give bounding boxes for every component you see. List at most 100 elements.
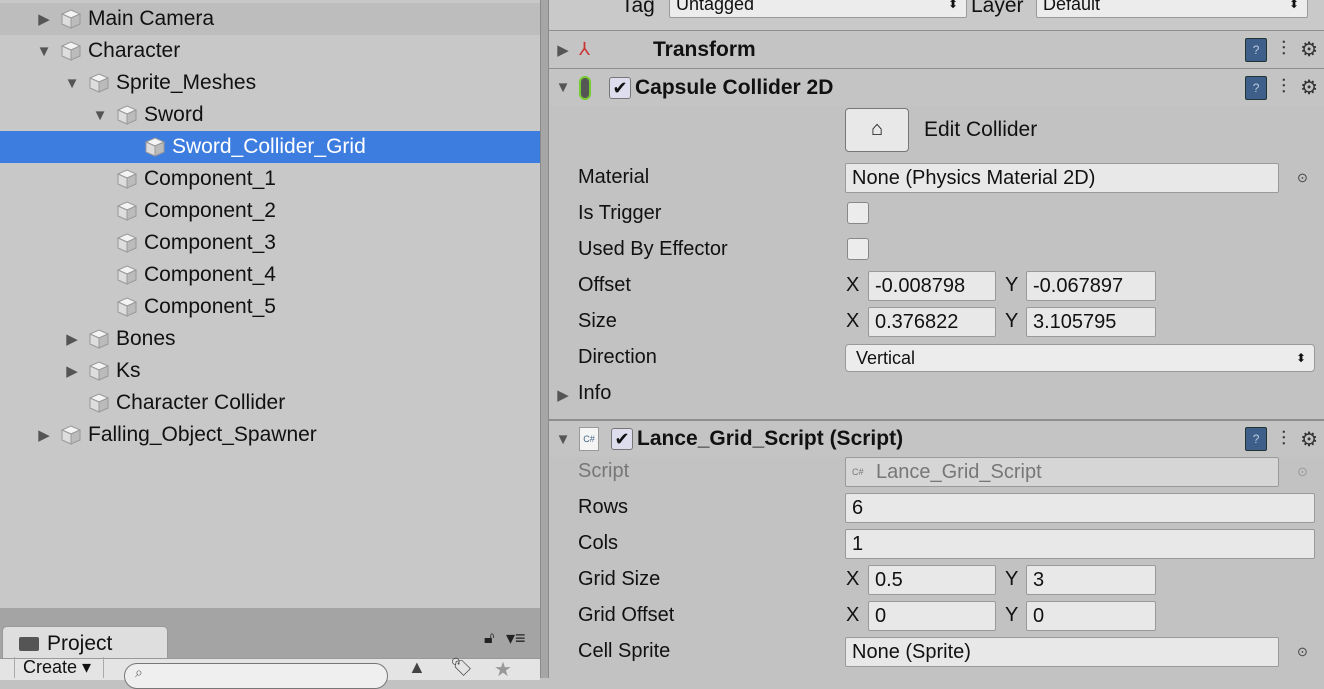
script-header[interactable]: ▼ C# ✔ Lance_Grid_Script (Script) ? ⫶ ⚙ xyxy=(549,419,1324,457)
help-book-icon[interactable]: ? xyxy=(1245,427,1268,451)
enabled-checkbox[interactable]: ✔ xyxy=(611,428,633,450)
gear-icon[interactable]: ⚙ xyxy=(1300,75,1318,100)
grid-size-x-field[interactable]: 0.5 xyxy=(868,565,996,595)
hierarchy-item[interactable]: Component_4 xyxy=(0,259,540,291)
panel-splitter[interactable] xyxy=(540,0,549,678)
foldout-arrow-icon[interactable]: ▶ xyxy=(36,426,52,444)
panel-menu-icon[interactable]: ▾≡ xyxy=(506,628,526,649)
object-picker-icon[interactable]: ⊙ xyxy=(1297,644,1308,660)
gear-icon[interactable]: ⚙ xyxy=(1300,37,1318,62)
cell-sprite-field[interactable]: None (Sprite) xyxy=(845,637,1279,667)
x-label: X xyxy=(846,310,860,332)
material-field[interactable]: None (Physics Material 2D) xyxy=(845,163,1279,193)
gameobject-cube-icon xyxy=(60,424,82,446)
hierarchy-item[interactable]: ▶ Bones xyxy=(0,323,540,355)
filter-by-type-icon[interactable]: ▲ xyxy=(408,657,426,678)
capsule-collider-header[interactable]: ▼ ✔ Capsule Collider 2D ? ⫶ ⚙ xyxy=(549,68,1324,106)
foldout-arrow-icon[interactable]: ▼ xyxy=(92,107,108,124)
hierarchy-item[interactable]: Component_5 xyxy=(0,291,540,323)
gameobject-cube-icon xyxy=(116,296,138,318)
favorites-star-icon[interactable]: ★ xyxy=(494,657,512,682)
collapse-arrow-icon[interactable]: ▼ xyxy=(555,79,571,96)
hierarchy-item[interactable]: Component_1 xyxy=(0,163,540,195)
hierarchy-item-label: Character xyxy=(88,39,181,62)
info-foldout[interactable]: Info xyxy=(578,382,611,405)
layer-label: Layer xyxy=(971,0,1024,17)
is-trigger-label: Is Trigger xyxy=(578,202,662,224)
gear-icon[interactable]: ⚙ xyxy=(1300,427,1318,452)
gameobject-cube-icon xyxy=(60,40,82,62)
preset-sliders-icon[interactable]: ⫶ xyxy=(1281,38,1286,61)
cell-sprite-label: Cell Sprite xyxy=(578,640,671,662)
grid-offset-y-field[interactable]: 0 xyxy=(1026,601,1156,631)
hierarchy-item-label: Main Camera xyxy=(88,7,215,30)
tag-dropdown[interactable]: Untagged ⬍ xyxy=(669,0,967,18)
transform-header[interactable]: ▶ ⅄ Transform ? ⫶ ⚙ xyxy=(549,30,1324,68)
size-y-field[interactable]: 3.105795 xyxy=(1026,307,1156,337)
gameobject-cube-icon xyxy=(116,168,138,190)
grid-size-y-field[interactable]: 3 xyxy=(1026,565,1156,595)
hierarchy-item-label: Component_1 xyxy=(144,167,276,190)
expand-arrow-icon[interactable]: ▶ xyxy=(555,41,571,59)
used-by-effector-checkbox[interactable] xyxy=(847,238,869,260)
help-book-icon[interactable]: ? xyxy=(1245,37,1268,62)
script-label: Script xyxy=(578,460,630,482)
foldout-arrow-icon[interactable]: ▶ xyxy=(36,10,52,28)
hierarchy-item-label: Component_2 xyxy=(144,199,276,222)
layer-dropdown[interactable]: Default ⬍ xyxy=(1036,0,1308,18)
hierarchy-item[interactable]: Component_2 xyxy=(0,195,540,227)
object-picker-icon[interactable]: ⊙ xyxy=(1297,170,1308,186)
foldout-arrow-icon[interactable]: ▶ xyxy=(64,330,80,348)
hierarchy-item[interactable]: ▶ Falling_Object_Spawner xyxy=(0,419,540,451)
hierarchy-item[interactable]: ▼ Character xyxy=(0,35,540,67)
component-title: Capsule Collider 2D xyxy=(635,75,834,99)
lock-icon[interactable]: 🔓︎ xyxy=(484,630,494,648)
hierarchy-item[interactable]: Sword_Collider_Grid xyxy=(0,131,540,163)
size-x-field[interactable]: 0.376822 xyxy=(868,307,996,337)
hierarchy-item-label: Bones xyxy=(116,327,176,350)
hierarchy-item[interactable]: ▶ Ks xyxy=(0,355,540,387)
grid-offset-x-field[interactable]: 0 xyxy=(868,601,996,631)
offset-label: Offset xyxy=(578,274,631,296)
direction-dropdown[interactable]: Vertical ⬍ xyxy=(845,344,1315,372)
hierarchy-item[interactable]: ▼ Sprite_Meshes xyxy=(0,67,540,99)
info-foldout-arrow-icon[interactable]: ▶ xyxy=(555,386,571,404)
y-label: Y xyxy=(1005,274,1019,296)
direction-label: Direction xyxy=(578,346,657,368)
project-tab[interactable]: Project xyxy=(2,626,168,660)
preset-sliders-icon[interactable]: ⫶ xyxy=(1281,76,1286,99)
is-trigger-checkbox[interactable] xyxy=(847,202,869,224)
create-button[interactable]: Create ▾ xyxy=(14,657,104,678)
offset-y-field[interactable]: -0.067897 xyxy=(1026,271,1156,301)
hierarchy-item-label: Sprite_Meshes xyxy=(116,71,257,94)
grid-offset-label: Grid Offset xyxy=(578,604,675,626)
hierarchy-item-label: Falling_Object_Spawner xyxy=(88,423,317,446)
inspector-header: Tag Untagged ⬍ Layer Default ⬍ xyxy=(549,0,1324,30)
hierarchy-item[interactable]: ▼ Sword xyxy=(0,99,540,131)
cols-field[interactable]: 1 xyxy=(845,529,1315,559)
hierarchy-item[interactable]: Character Collider xyxy=(0,387,540,419)
enabled-checkbox[interactable]: ✔ xyxy=(609,76,631,99)
search-input[interactable]: ⌕ xyxy=(124,663,388,689)
collapse-arrow-icon[interactable]: ▼ xyxy=(555,431,571,448)
foldout-arrow-icon[interactable]: ▼ xyxy=(36,43,52,60)
offset-x-field[interactable]: -0.008798 xyxy=(868,271,996,301)
hierarchy-item-label: Component_3 xyxy=(144,231,276,254)
hierarchy-item-label: Sword xyxy=(144,103,204,126)
foldout-arrow-icon[interactable]: ▼ xyxy=(64,75,80,92)
hierarchy-item[interactable]: Component_3 xyxy=(0,227,540,259)
filter-by-label-icon[interactable]: 🏷︎ xyxy=(450,657,473,678)
foldout-arrow-icon[interactable]: ▶ xyxy=(64,362,80,380)
gameobject-cube-icon xyxy=(88,392,110,414)
x-label: X xyxy=(846,568,860,590)
gameobject-cube-icon xyxy=(88,72,110,94)
gameobject-cube-icon xyxy=(116,264,138,286)
hierarchy-item-label: Sword_Collider_Grid xyxy=(172,135,366,158)
preset-sliders-icon[interactable]: ⫶ xyxy=(1281,428,1286,451)
y-label: Y xyxy=(1005,568,1019,590)
csharp-script-icon: C# xyxy=(579,427,599,451)
rows-field[interactable]: 6 xyxy=(845,493,1315,523)
edit-collider-button[interactable]: ⌂ xyxy=(845,108,909,152)
help-book-icon[interactable]: ? xyxy=(1245,75,1268,100)
hierarchy-item[interactable]: ▶ Main Camera xyxy=(0,3,540,35)
